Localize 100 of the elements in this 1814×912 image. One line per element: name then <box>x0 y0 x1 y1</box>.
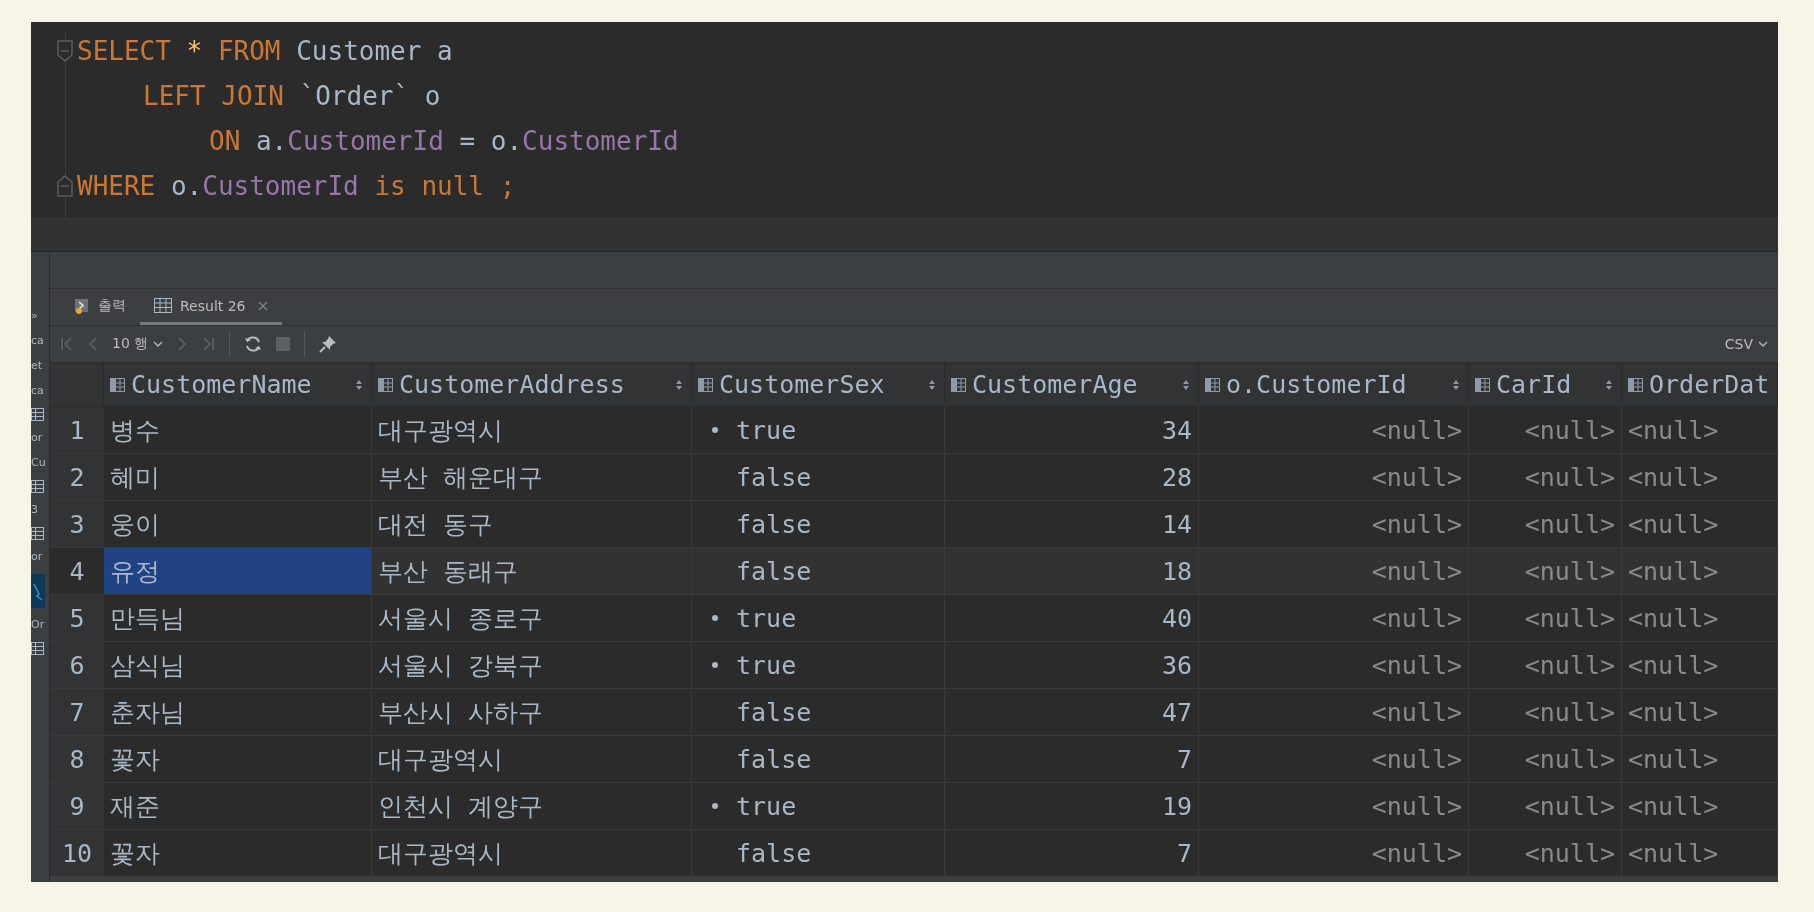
column-header[interactable]: CustomerName <box>104 363 372 407</box>
sort-icon[interactable] <box>675 378 683 391</box>
panel-label[interactable]: et <box>31 358 43 374</box>
table-cell[interactable]: <null> <box>1622 689 1778 736</box>
table-cell[interactable]: 18 <box>945 548 1199 595</box>
table-cell[interactable]: <null> <box>1469 736 1622 783</box>
table-cell[interactable]: 7 <box>945 830 1199 877</box>
table-cell[interactable]: <null> <box>1199 783 1469 830</box>
table-cell[interactable]: <null> <box>1199 454 1469 501</box>
table-cell[interactable]: 꽃자 <box>104 736 372 783</box>
pin-icon[interactable] <box>319 335 338 353</box>
page-size-dropdown[interactable]: 10 행 <box>112 335 164 353</box>
table-cell[interactable]: 서울시 종로구 <box>372 595 692 642</box>
panel-label[interactable]: or <box>31 549 43 565</box>
row-number[interactable]: 7 <box>50 689 104 736</box>
table-cell[interactable]: 대구광역시 <box>372 407 692 454</box>
panel-label[interactable]: 3 <box>31 502 38 518</box>
sort-icon[interactable] <box>1452 378 1460 391</box>
table-cell[interactable]: <null> <box>1469 407 1622 454</box>
row-number[interactable]: 9 <box>50 783 104 830</box>
result-tab[interactable]: 출력 <box>60 289 140 325</box>
row-number[interactable]: 2 <box>50 454 104 501</box>
panel-label[interactable]: Or <box>31 617 45 633</box>
row-number[interactable]: 10 <box>50 830 104 877</box>
table-cell[interactable]: false <box>692 548 945 595</box>
table-cell[interactable]: <null> <box>1469 595 1622 642</box>
table-cell[interactable]: false <box>692 689 945 736</box>
table-cell[interactable]: <null> <box>1622 736 1778 783</box>
row-number[interactable]: 1 <box>50 407 104 454</box>
table-cell[interactable]: <null> <box>1469 642 1622 689</box>
table-cell[interactable]: <null> <box>1622 454 1778 501</box>
table-cell[interactable]: 36 <box>945 642 1199 689</box>
table-cell[interactable]: <null> <box>1199 689 1469 736</box>
table-cell[interactable]: 대구광역시 <box>372 736 692 783</box>
table-cell[interactable]: 대구광역시 <box>372 830 692 877</box>
table-cell[interactable]: 만득님 <box>104 595 372 642</box>
table-cell[interactable]: <null> <box>1469 454 1622 501</box>
table-cell[interactable]: <null> <box>1469 783 1622 830</box>
table-icon[interactable] <box>31 527 44 540</box>
table-icon[interactable] <box>31 408 44 421</box>
table-icon[interactable] <box>31 480 44 493</box>
table-cell[interactable]: <null> <box>1469 689 1622 736</box>
sort-icon[interactable] <box>1182 378 1190 391</box>
result-tab[interactable]: Result 26 <box>140 289 282 325</box>
table-cell[interactable]: <null> <box>1622 642 1778 689</box>
table-cell[interactable]: 19 <box>945 783 1199 830</box>
table-cell[interactable]: <null> <box>1199 501 1469 548</box>
table-cell[interactable]: <null> <box>1199 830 1469 877</box>
table-cell[interactable]: 대전 동구 <box>372 501 692 548</box>
table-cell[interactable]: false <box>692 830 945 877</box>
row-number[interactable]: 8 <box>50 736 104 783</box>
sort-icon[interactable] <box>1605 378 1613 391</box>
table-cell[interactable]: 부산 동래구 <box>372 548 692 595</box>
table-cell[interactable]: true <box>692 642 945 689</box>
table-icon[interactable] <box>31 642 44 655</box>
table-cell[interactable]: 40 <box>945 595 1199 642</box>
table-cell[interactable]: 7 <box>945 736 1199 783</box>
panel-label[interactable]: or <box>31 430 43 446</box>
panel-label[interactable]: Cu <box>31 455 46 471</box>
table-cell[interactable]: 재준 <box>104 783 372 830</box>
table-cell[interactable]: <null> <box>1469 548 1622 595</box>
table-cell[interactable]: 춘자님 <box>104 689 372 736</box>
column-header[interactable]: CustomerAge <box>945 363 1199 407</box>
row-number[interactable]: 6 <box>50 642 104 689</box>
table-cell[interactable]: 34 <box>945 407 1199 454</box>
table-cell[interactable]: 부산시 사하구 <box>372 689 692 736</box>
table-cell[interactable]: 혜미 <box>104 454 372 501</box>
export-format-dropdown[interactable]: CSV <box>1724 336 1768 352</box>
table-cell[interactable]: false <box>692 454 945 501</box>
table-cell[interactable]: <null> <box>1199 548 1469 595</box>
table-cell[interactable]: <null> <box>1622 595 1778 642</box>
column-header[interactable]: CustomerAddress <box>372 363 692 407</box>
table-cell[interactable]: <null> <box>1622 830 1778 877</box>
table-cell[interactable]: 병수 <box>104 407 372 454</box>
table-cell[interactable]: 꽃자 <box>104 830 372 877</box>
table-cell[interactable]: 부산 해운대구 <box>372 454 692 501</box>
table-cell[interactable]: true <box>692 595 945 642</box>
table-cell[interactable]: <null> <box>1199 736 1469 783</box>
table-cell[interactable]: true <box>692 783 945 830</box>
sort-icon[interactable] <box>928 378 936 391</box>
table-cell[interactable]: 유정 <box>104 548 372 595</box>
table-cell[interactable]: <null> <box>1199 407 1469 454</box>
close-icon[interactable] <box>257 300 268 311</box>
table-cell[interactable]: 47 <box>945 689 1199 736</box>
row-number[interactable]: 5 <box>50 595 104 642</box>
table-cell[interactable]: 28 <box>945 454 1199 501</box>
table-cell[interactable]: 서울시 강북구 <box>372 642 692 689</box>
table-cell[interactable]: false <box>692 501 945 548</box>
column-header[interactable]: CarId <box>1469 363 1622 407</box>
panel-label[interactable]: ca <box>31 333 44 349</box>
table-cell[interactable]: <null> <box>1622 501 1778 548</box>
table-cell[interactable]: <null> <box>1199 595 1469 642</box>
column-header[interactable]: CustomerSex <box>692 363 945 407</box>
table-cell[interactable]: <null> <box>1622 783 1778 830</box>
panel-label[interactable]: ca <box>31 383 44 399</box>
table-cell[interactable]: <null> <box>1199 642 1469 689</box>
column-header[interactable]: OrderDat <box>1622 363 1778 407</box>
table-cell[interactable]: 14 <box>945 501 1199 548</box>
table-cell[interactable]: 웅이 <box>104 501 372 548</box>
panel-label[interactable]: » <box>31 308 38 324</box>
